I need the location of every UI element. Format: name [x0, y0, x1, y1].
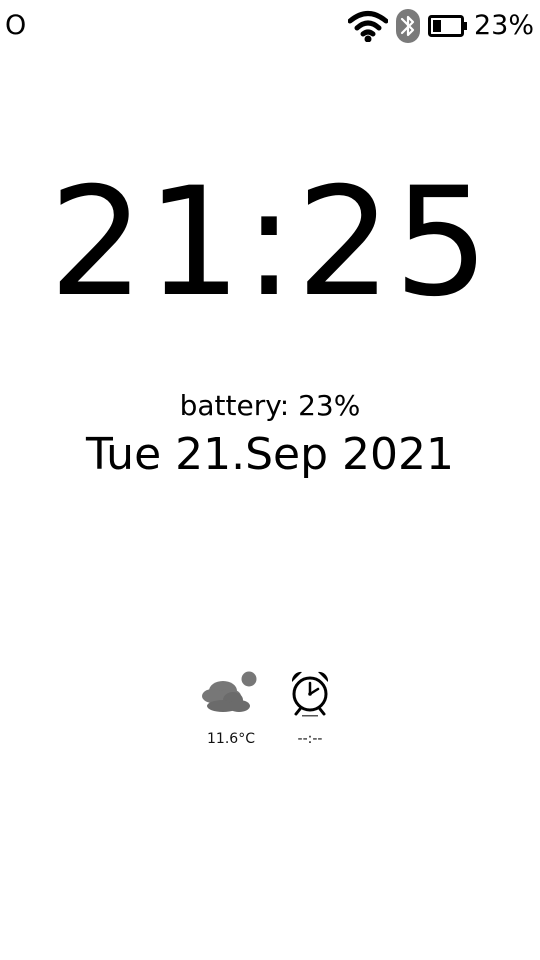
weather-widget[interactable]: 11.6°C	[191, 668, 271, 748]
cloudy-weather-icon	[191, 668, 271, 718]
date-text: Tue 21.Sep 2021	[85, 429, 454, 480]
temperature-label: 11.6°C	[207, 731, 255, 747]
battery-icon	[427, 15, 468, 37]
alarm-clock-icon	[270, 668, 350, 718]
battery-percent: 23%	[473, 10, 534, 41]
clock-time: 21:25	[48, 156, 492, 330]
alarm-time-label: --:--	[297, 731, 323, 747]
alarm-widget[interactable]: --:--	[270, 668, 350, 748]
status-icons: 23%	[347, 8, 534, 44]
status-left-text: O	[5, 10, 27, 41]
battery-status-text: battery: 23%	[179, 389, 361, 422]
status-bar: O 23%	[0, 0, 540, 54]
wifi-icon	[347, 10, 389, 43]
bluetooth-icon	[395, 9, 420, 43]
